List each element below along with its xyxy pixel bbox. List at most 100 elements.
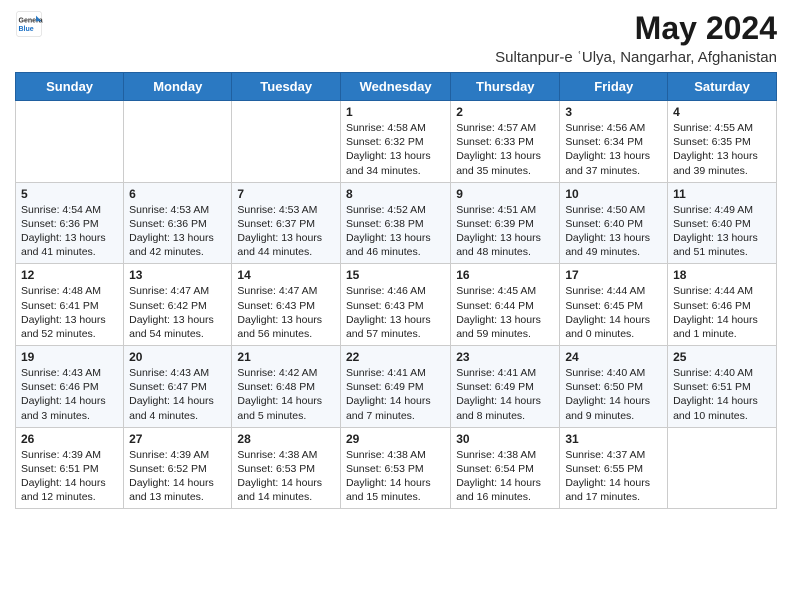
day-info: Sunrise: 4:39 AM Sunset: 6:51 PM Dayligh… — [21, 448, 118, 505]
day-number: 23 — [456, 350, 554, 364]
day-info: Sunrise: 4:38 AM Sunset: 6:53 PM Dayligh… — [346, 448, 445, 505]
calendar-day-cell: 27 Sunrise: 4:39 AM Sunset: 6:52 PM Dayli… — [124, 427, 232, 509]
calendar-day-cell: 14 Sunrise: 4:47 AM Sunset: 6:43 PM Dayli… — [232, 264, 341, 346]
day-info: Sunrise: 4:58 AM Sunset: 6:32 PM Dayligh… — [346, 121, 445, 178]
day-number: 11 — [673, 187, 771, 201]
day-info: Sunrise: 4:41 AM Sunset: 6:49 PM Dayligh… — [456, 366, 554, 423]
calendar-day-cell: 24Sunrise: 4:40 AM Sunset: 6:50 PM Dayli… — [560, 346, 668, 428]
day-info: Sunrise: 4:53 AM Sunset: 6:36 PM Dayligh… — [129, 203, 226, 260]
calendar-day-cell: 12 Sunrise: 4:48 AM Sunset: 6:41 PM Dayli… — [16, 264, 124, 346]
day-number: 18 — [673, 268, 771, 282]
calendar-week-row: 5 Sunrise: 4:54 AM Sunset: 6:36 PM Daylig… — [16, 182, 777, 264]
day-of-week-header: Monday — [124, 73, 232, 101]
day-number: 28 — [237, 432, 335, 446]
day-number: 4 — [673, 105, 771, 119]
day-info: Sunrise: 4:46 AM Sunset: 6:43 PM Dayligh… — [346, 284, 445, 341]
calendar-week-row: 19 Sunrise: 4:43 AM Sunset: 6:46 PM Dayli… — [16, 346, 777, 428]
day-info: Sunrise: 4:51 AM Sunset: 6:39 PM Dayligh… — [456, 203, 554, 260]
location-subtitle: Sultanpur-e ʿUlya, Nangarhar, Afghanista… — [495, 49, 777, 66]
day-number: 27 — [129, 432, 226, 446]
calendar-day-cell: 21Sunrise: 4:42 AM Sunset: 6:48 PM Dayli… — [232, 346, 341, 428]
day-info: Sunrise: 4:50 AM Sunset: 6:40 PM Dayligh… — [565, 203, 662, 260]
calendar-week-row: 12 Sunrise: 4:48 AM Sunset: 6:41 PM Dayli… — [16, 264, 777, 346]
day-number: 5 — [21, 187, 118, 201]
calendar-day-cell — [668, 427, 777, 509]
calendar-day-cell: 16Sunrise: 4:45 AM Sunset: 6:44 PM Dayli… — [451, 264, 560, 346]
day-number: 30 — [456, 432, 554, 446]
calendar-day-cell: 15 Sunrise: 4:46 AM Sunset: 6:43 PM Dayli… — [340, 264, 450, 346]
day-number: 21 — [237, 350, 335, 364]
calendar-day-cell: 10 Sunrise: 4:50 AM Sunset: 6:40 PM Dayli… — [560, 182, 668, 264]
day-of-week-header: Thursday — [451, 73, 560, 101]
calendar-day-cell — [232, 101, 341, 183]
calendar-day-cell: 8 Sunrise: 4:52 AM Sunset: 6:38 PM Daylig… — [340, 182, 450, 264]
calendar-week-row: 1 Sunrise: 4:58 AM Sunset: 6:32 PM Daylig… — [16, 101, 777, 183]
day-number: 31 — [565, 432, 662, 446]
title-block: May 2024 Sultanpur-e ʿUlya, Nangarhar, A… — [495, 10, 777, 66]
calendar-header-row: SundayMondayTuesdayWednesdayThursdayFrid… — [16, 73, 777, 101]
day-of-week-header: Wednesday — [340, 73, 450, 101]
day-number: 25 — [673, 350, 771, 364]
page-header: General Blue May 2024 Sultanpur-e ʿUlya,… — [15, 10, 777, 66]
day-of-week-header: Sunday — [16, 73, 124, 101]
calendar-day-cell: 19 Sunrise: 4:43 AM Sunset: 6:46 PM Dayli… — [16, 346, 124, 428]
day-info: Sunrise: 4:55 AM Sunset: 6:35 PM Dayligh… — [673, 121, 771, 178]
calendar-day-cell: 17 Sunrise: 4:44 AM Sunset: 6:45 PM Dayli… — [560, 264, 668, 346]
calendar-day-cell: 29Sunrise: 4:38 AM Sunset: 6:53 PM Dayli… — [340, 427, 450, 509]
calendar-day-cell: 4 Sunrise: 4:55 AM Sunset: 6:35 PM Daylig… — [668, 101, 777, 183]
day-info: Sunrise: 4:40 AM Sunset: 6:51 PM Dayligh… — [673, 366, 771, 423]
day-number: 3 — [565, 105, 662, 119]
day-info: Sunrise: 4:43 AM Sunset: 6:46 PM Dayligh… — [21, 366, 118, 423]
day-of-week-header: Saturday — [668, 73, 777, 101]
calendar-day-cell: 30 Sunrise: 4:38 AM Sunset: 6:54 PM Dayli… — [451, 427, 560, 509]
day-info: Sunrise: 4:56 AM Sunset: 6:34 PM Dayligh… — [565, 121, 662, 178]
calendar-day-cell: 9 Sunrise: 4:51 AM Sunset: 6:39 PM Daylig… — [451, 182, 560, 264]
day-number: 8 — [346, 187, 445, 201]
day-info: Sunrise: 4:44 AM Sunset: 6:46 PM Dayligh… — [673, 284, 771, 341]
day-info: Sunrise: 4:44 AM Sunset: 6:45 PM Dayligh… — [565, 284, 662, 341]
calendar-day-cell: 13Sunrise: 4:47 AM Sunset: 6:42 PM Dayli… — [124, 264, 232, 346]
day-info: Sunrise: 4:47 AM Sunset: 6:43 PM Dayligh… — [237, 284, 335, 341]
month-title: May 2024 — [495, 10, 777, 47]
day-info: Sunrise: 4:37 AM Sunset: 6:55 PM Dayligh… — [565, 448, 662, 505]
day-info: Sunrise: 4:47 AM Sunset: 6:42 PM Dayligh… — [129, 284, 226, 341]
calendar-day-cell: 25 Sunrise: 4:40 AM Sunset: 6:51 PM Dayli… — [668, 346, 777, 428]
day-info: Sunrise: 4:38 AM Sunset: 6:53 PM Dayligh… — [237, 448, 335, 505]
calendar-day-cell: 7Sunrise: 4:53 AM Sunset: 6:37 PM Daylig… — [232, 182, 341, 264]
day-number: 1 — [346, 105, 445, 119]
day-info: Sunrise: 4:39 AM Sunset: 6:52 PM Dayligh… — [129, 448, 226, 505]
calendar-day-cell: 1 Sunrise: 4:58 AM Sunset: 6:32 PM Daylig… — [340, 101, 450, 183]
day-info: Sunrise: 4:41 AM Sunset: 6:49 PM Dayligh… — [346, 366, 445, 423]
day-info: Sunrise: 4:43 AM Sunset: 6:47 PM Dayligh… — [129, 366, 226, 423]
day-info: Sunrise: 4:38 AM Sunset: 6:54 PM Dayligh… — [456, 448, 554, 505]
day-number: 6 — [129, 187, 226, 201]
calendar-day-cell — [124, 101, 232, 183]
day-number: 10 — [565, 187, 662, 201]
calendar-day-cell: 2Sunrise: 4:57 AM Sunset: 6:33 PM Daylig… — [451, 101, 560, 183]
calendar-day-cell: 23 Sunrise: 4:41 AM Sunset: 6:49 PM Dayli… — [451, 346, 560, 428]
logo-icon: General Blue — [15, 10, 43, 38]
calendar-week-row: 26 Sunrise: 4:39 AM Sunset: 6:51 PM Dayli… — [16, 427, 777, 509]
day-number: 15 — [346, 268, 445, 282]
logo: General Blue — [15, 10, 43, 38]
day-number: 9 — [456, 187, 554, 201]
day-number: 7 — [237, 187, 335, 201]
day-info: Sunrise: 4:52 AM Sunset: 6:38 PM Dayligh… — [346, 203, 445, 260]
day-number: 14 — [237, 268, 335, 282]
day-of-week-header: Tuesday — [232, 73, 341, 101]
day-info: Sunrise: 4:45 AM Sunset: 6:44 PM Dayligh… — [456, 284, 554, 341]
day-info: Sunrise: 4:49 AM Sunset: 6:40 PM Dayligh… — [673, 203, 771, 260]
calendar-day-cell — [16, 101, 124, 183]
day-number: 12 — [21, 268, 118, 282]
day-number: 17 — [565, 268, 662, 282]
day-info: Sunrise: 4:48 AM Sunset: 6:41 PM Dayligh… — [21, 284, 118, 341]
calendar-table: SundayMondayTuesdayWednesdayThursdayFrid… — [15, 72, 777, 509]
day-info: Sunrise: 4:54 AM Sunset: 6:36 PM Dayligh… — [21, 203, 118, 260]
svg-text:Blue: Blue — [19, 26, 34, 33]
day-number: 19 — [21, 350, 118, 364]
calendar-day-cell: 18 Sunrise: 4:44 AM Sunset: 6:46 PM Dayli… — [668, 264, 777, 346]
calendar-day-cell: 31 Sunrise: 4:37 AM Sunset: 6:55 PM Dayli… — [560, 427, 668, 509]
day-number: 26 — [21, 432, 118, 446]
day-info: Sunrise: 4:40 AM Sunset: 6:50 PM Dayligh… — [565, 366, 662, 423]
day-number: 20 — [129, 350, 226, 364]
